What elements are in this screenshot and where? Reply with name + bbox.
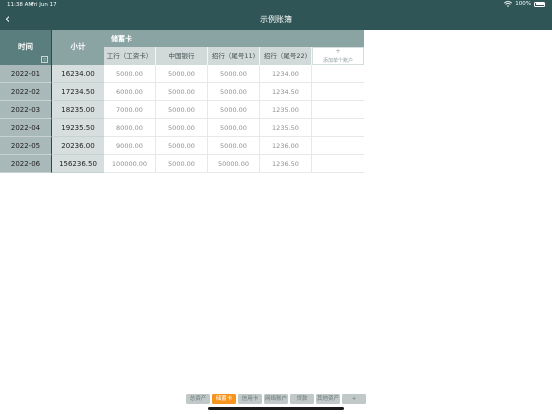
plus-icon: + [335,48,341,55]
subtotal-header-label: 小计 [70,42,86,51]
account-header[interactable]: 中国银行 [156,47,208,65]
account-group-header: 储蓄卡 [104,30,364,47]
balance-cell[interactable]: 5000.00 [104,65,156,83]
balance-cell[interactable]: 5000.00 [208,83,260,101]
empty-cell [312,119,364,137]
time-header-label: 时间 [18,42,33,51]
battery-percent: 100% [515,1,531,7]
balance-cell[interactable]: 5000.00 [208,137,260,155]
balance-cell[interactable]: 9000.00 [104,137,156,155]
balance-cell[interactable]: 5000.00 [156,137,208,155]
bottom-tab-bar: 总资产 储蓄卡 信用卡 网络账户 贷款 其他资产 + [186,394,366,404]
nav-bar: ‹ 示例账簿 [0,10,552,30]
balance-cell[interactable]: 5000.00 [156,119,208,137]
page-title: 示例账簿 [260,15,292,24]
empty-cell [312,83,364,101]
row-date: 2022-03 [0,101,52,119]
empty-cell [312,65,364,83]
account-header[interactable]: 工行（工资卡） [104,47,156,65]
balance-cell[interactable]: 1234.00 [260,65,312,83]
balance-cell[interactable]: 5000.00 [156,155,208,173]
row-date: 2022-05 [0,137,52,155]
wifi-icon [504,1,513,7]
balance-cell[interactable]: 7000.00 [104,101,156,119]
row-date: 2022-02 [0,83,52,101]
balance-cell[interactable]: 1236.50 [260,155,312,173]
empty-cell [312,155,364,173]
balance-cell[interactable]: 5000.00 [208,101,260,119]
status-indicators: 100% [504,1,545,7]
balance-cell[interactable]: 5000.00 [156,101,208,119]
battery-icon [534,1,545,7]
row-subtotal: 17234.50 [52,83,104,101]
tab-loan[interactable]: 贷款 [290,394,314,404]
balance-cell[interactable]: 5000.00 [156,83,208,101]
add-tab-button[interactable]: + [342,394,366,404]
row-subtotal: 20236.00 [52,137,104,155]
tab-credit-card[interactable]: 信用卡 [238,394,262,404]
add-account-label: 添加单个账户 [322,58,353,64]
tab-total-assets[interactable]: 总资产 [186,394,210,404]
account-header[interactable]: 招行（尾号11) [208,47,260,65]
status-bar: 11:38 AM Fri Jun 17 100% [0,0,552,10]
balance-cell[interactable]: 1235.50 [260,119,312,137]
balance-cell[interactable]: 5000.00 [156,65,208,83]
account-header[interactable]: 招行（尾号22) [260,47,312,65]
tab-online-account[interactable]: 网络账户 [264,394,288,404]
balance-cell[interactable]: 5000.00 [208,119,260,137]
status-time: 11:38 AM [7,2,34,8]
row-subtotal: 156236.50 [52,155,104,173]
balance-cell[interactable]: 1234.50 [260,83,312,101]
empty-cell [312,101,364,119]
status-date: Fri Jun 17 [31,2,57,8]
balance-cell[interactable]: 50000.00 [208,155,260,173]
balance-cell[interactable]: 6000.00 [104,83,156,101]
balance-cell[interactable]: 1236.00 [260,137,312,155]
time-column-header[interactable]: 时间 ▽ [0,30,52,65]
balance-cell[interactable]: 100000.00 [104,155,156,173]
row-subtotal: 18235.00 [52,101,104,119]
subtotal-column-header: 小计 [52,30,104,65]
row-subtotal: 19235.50 [52,119,104,137]
balance-cell[interactable]: 1235.00 [260,101,312,119]
sort-icon[interactable]: ▽ [41,56,48,63]
balance-cell[interactable]: 8000.00 [104,119,156,137]
row-subtotal: 16234.00 [52,65,104,83]
tab-other-assets[interactable]: 其他资产 [316,394,340,404]
row-date: 2022-06 [0,155,52,173]
row-date: 2022-04 [0,119,52,137]
tab-savings-card[interactable]: 储蓄卡 [212,394,236,404]
add-account-button[interactable]: + 添加单个账户 [312,47,364,65]
row-date: 2022-01 [0,65,52,83]
balance-cell[interactable]: 5000.00 [208,65,260,83]
group-header-label: 储蓄卡 [111,35,132,43]
empty-cell [312,137,364,155]
home-indicator [208,407,344,410]
